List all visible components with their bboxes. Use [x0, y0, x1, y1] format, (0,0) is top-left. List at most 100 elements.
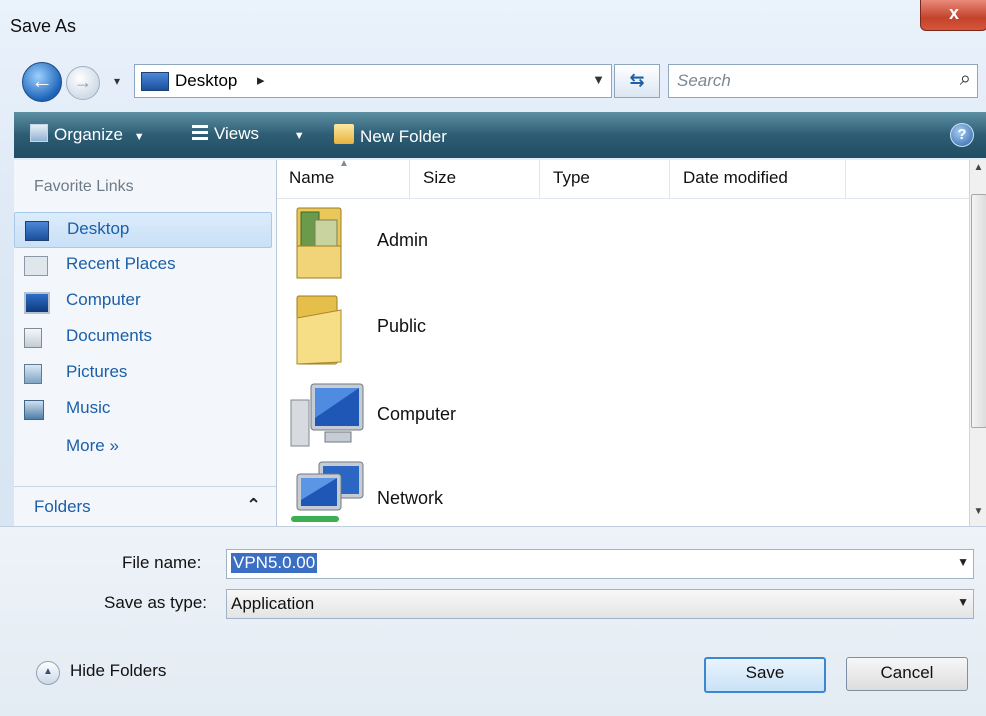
save-form: File name: VPN5.0.00 ▼ Save as type: App…: [0, 526, 986, 716]
sidebar-item-recent-places[interactable]: Recent Places: [14, 248, 270, 282]
favorite-links-heading: Favorite Links: [34, 178, 134, 195]
music-icon: [24, 400, 44, 420]
search-input[interactable]: Search: [677, 71, 731, 91]
column-divider[interactable]: [409, 160, 410, 198]
chevron-up-icon: ⌃: [246, 495, 262, 515]
save-as-type-select[interactable]: Application ▼: [226, 589, 974, 619]
sidebar-item-label: Desktop: [67, 219, 130, 238]
forward-button[interactable]: →: [66, 66, 100, 100]
views-icon: [192, 125, 208, 141]
list-item[interactable]: Computer: [289, 374, 689, 460]
navigation-pane: Favorite Links Desktop Recent Places Com…: [14, 160, 277, 526]
search-icon[interactable]: ⌕: [960, 68, 971, 91]
user-folder-icon: [296, 207, 342, 279]
folders-toggle[interactable]: Folders ⌃: [14, 486, 276, 527]
close-button[interactable]: x: [920, 0, 986, 31]
save-button-label: Save: [745, 663, 785, 682]
chevron-down-icon: ▼: [133, 131, 145, 143]
sidebar-item-documents[interactable]: Documents: [14, 320, 270, 354]
scroll-up-icon[interactable]: ▲: [970, 162, 986, 179]
navigation-bar: ← → ▾ Desktop ▸ ▼ ⇆ Search ⌕: [0, 54, 986, 106]
new-folder-icon: [334, 124, 354, 144]
refresh-icon: ⇆: [629, 70, 645, 90]
refresh-button[interactable]: ⇆: [614, 64, 660, 98]
back-button[interactable]: ←: [22, 62, 62, 102]
desktop-icon: [141, 72, 169, 91]
column-header-type[interactable]: Type: [553, 168, 590, 188]
list-item[interactable]: Public: [289, 288, 689, 374]
close-icon: x: [948, 3, 959, 23]
file-name: Computer: [377, 404, 457, 424]
save-as-type-label: Save as type:: [104, 593, 208, 612]
sidebar-item-label: Music: [66, 398, 111, 417]
sidebar-item-label: Computer: [66, 290, 141, 309]
sort-ascending-icon: ▲: [339, 158, 349, 169]
back-arrow-icon: ←: [31, 68, 53, 93]
column-header-row: ▲ Name Size Type Date modified: [277, 158, 969, 199]
organize-label: Organize: [54, 125, 123, 144]
sidebar-item-music[interactable]: Music: [14, 392, 270, 426]
organize-icon: [30, 124, 48, 142]
chevron-down-icon: ▾: [114, 74, 121, 88]
help-icon[interactable]: ?: [950, 123, 974, 147]
title-bar: Save As x: [0, 0, 986, 48]
help-glyph: ?: [957, 126, 967, 143]
save-button[interactable]: Save: [704, 657, 826, 693]
file-name: Network: [377, 488, 444, 508]
column-header-size[interactable]: Size: [423, 168, 456, 188]
file-name-field[interactable]: VPN5.0.00 ▼: [226, 549, 974, 579]
address-bar[interactable]: Desktop ▸ ▼: [134, 64, 612, 98]
folders-label: Folders: [34, 497, 91, 516]
views-label: Views: [214, 124, 260, 143]
recent-places-icon: [24, 256, 48, 276]
file-list-scrollbar[interactable]: ▲ ▼: [969, 160, 986, 526]
hide-folders-label: Hide Folders: [70, 661, 167, 680]
pictures-icon: [24, 364, 42, 384]
column-divider[interactable]: [539, 160, 540, 198]
cancel-button[interactable]: Cancel: [846, 657, 968, 691]
chevron-up-icon: ▲: [36, 661, 60, 685]
save-as-dialog: Save As x ← → ▾ Desktop ▸ ▼ ⇆ Search ⌕ O…: [0, 0, 986, 716]
sidebar-item-computer[interactable]: Computer: [14, 284, 270, 318]
views-button[interactable]: Views ▼: [192, 124, 305, 144]
scrollbar-thumb[interactable]: [971, 194, 986, 428]
breadcrumb-chevron-icon[interactable]: ▸: [257, 71, 265, 89]
file-name: Public: [377, 316, 427, 336]
save-as-type-value: Application: [231, 594, 315, 613]
chevron-down-icon[interactable]: ▼: [957, 595, 969, 609]
chevron-down-icon: ▼: [293, 130, 305, 142]
column-header-date-modified[interactable]: Date modified: [683, 168, 788, 188]
forward-arrow-icon: →: [74, 72, 92, 92]
file-name: Admin: [377, 230, 429, 250]
folder-icon: [296, 295, 342, 365]
column-divider[interactable]: [669, 160, 670, 198]
search-box[interactable]: Search ⌕: [668, 64, 978, 98]
network-icon: [291, 461, 364, 522]
new-folder-label: New Folder: [360, 127, 447, 146]
chevron-down-icon[interactable]: ▼: [957, 555, 969, 569]
file-list: ▲ Name Size Type Date modified Admin Pub…: [277, 158, 969, 526]
sidebar-item-pictures[interactable]: Pictures: [14, 356, 270, 390]
sidebar-item-label: Recent Places: [66, 254, 176, 273]
address-location[interactable]: Desktop: [175, 71, 237, 91]
sidebar-item-label: Pictures: [66, 362, 128, 381]
column-divider[interactable]: [845, 160, 846, 198]
file-name-label: File name:: [122, 553, 202, 572]
command-toolbar: Organize ▼ Views ▼ New Folder ?: [14, 112, 986, 158]
list-item[interactable]: Admin: [289, 202, 689, 288]
file-name-input[interactable]: VPN5.0.00: [231, 553, 318, 573]
sidebar-item-label: Documents: [66, 326, 152, 345]
desktop-icon: [25, 221, 49, 241]
sidebar-item-desktop[interactable]: Desktop: [14, 212, 272, 248]
more-links[interactable]: More »: [66, 436, 119, 456]
documents-icon: [24, 328, 42, 348]
new-folder-button[interactable]: New Folder: [334, 124, 447, 147]
column-header-name[interactable]: Name: [289, 168, 334, 188]
organize-button[interactable]: Organize ▼: [30, 124, 145, 145]
window-title: Save As: [10, 16, 77, 36]
scroll-down-icon[interactable]: ▼: [970, 506, 986, 523]
computer-icon: [290, 383, 364, 447]
recent-pages-dropdown[interactable]: ▾: [114, 74, 128, 88]
address-dropdown-icon[interactable]: ▼: [592, 72, 605, 87]
cancel-button-label: Cancel: [880, 663, 934, 682]
